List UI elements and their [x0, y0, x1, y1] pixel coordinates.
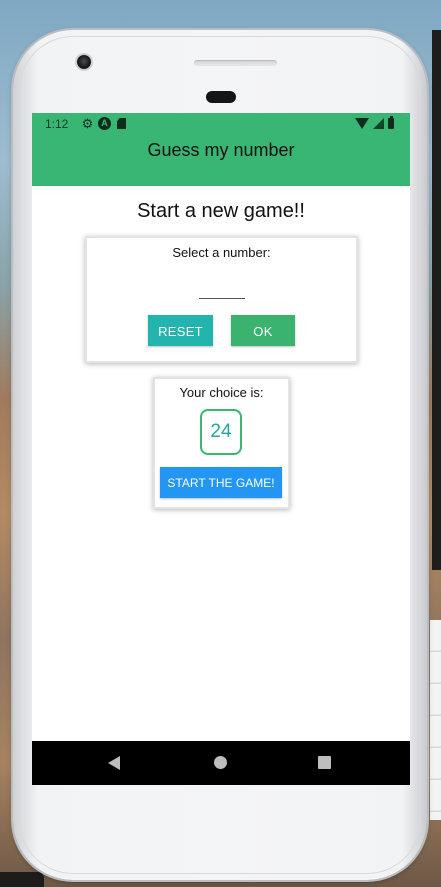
phone-screen: 1:12 ⚙ A Guess my number Start a new gam…	[32, 113, 410, 785]
background-taskbar-corner	[0, 872, 44, 887]
number-input[interactable]	[199, 278, 245, 299]
a-circle-icon: A	[98, 117, 111, 130]
background-window-light	[430, 620, 441, 820]
sd-card-icon	[117, 118, 126, 129]
app-title: Guess my number	[147, 140, 295, 160]
home-icon[interactable]	[214, 756, 227, 769]
earpiece	[206, 91, 236, 103]
app-header: 1:12 ⚙ A Guess my number	[32, 113, 410, 186]
gear-icon: ⚙	[81, 116, 94, 131]
ok-button[interactable]: OK	[231, 315, 295, 346]
status-time: 1:12	[45, 117, 69, 131]
wifi-icon	[355, 118, 369, 129]
number-input-card: Select a number: RESET OK	[85, 236, 358, 363]
chosen-number: 24	[200, 409, 242, 455]
status-icons-right	[355, 116, 394, 129]
start-game-button[interactable]: START THE GAME!	[160, 467, 282, 498]
speaker-grille	[194, 60, 277, 66]
battery-icon	[388, 116, 394, 129]
android-nav-bar	[32, 741, 410, 785]
back-icon[interactable]	[108, 756, 120, 770]
background-window-dark	[432, 30, 441, 570]
front-camera-icon	[77, 55, 91, 69]
status-bar: 1:12 ⚙ A	[32, 113, 410, 135]
select-number-label: Select a number:	[172, 245, 271, 260]
cell-signal-icon	[373, 118, 384, 129]
choice-card: Your choice is: 24 START THE GAME!	[153, 377, 290, 509]
choice-label: Your choice is:	[179, 385, 264, 400]
reset-button[interactable]: RESET	[148, 315, 213, 346]
recents-icon[interactable]	[318, 756, 331, 769]
page-title: Start a new game!!	[137, 200, 305, 222]
status-icons-left: ⚙ A	[81, 117, 126, 130]
